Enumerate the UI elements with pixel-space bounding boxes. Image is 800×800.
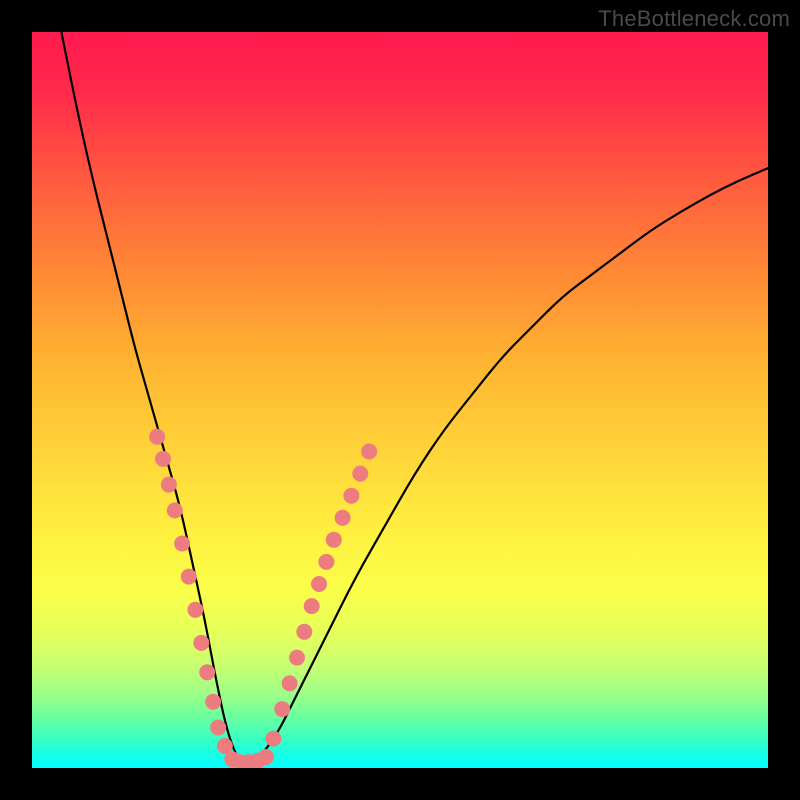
data-point-right <box>304 598 320 614</box>
data-point-left <box>174 536 190 552</box>
data-point-left <box>181 569 197 585</box>
data-point-left <box>149 429 165 445</box>
data-point-valley <box>258 749 274 765</box>
data-point-left <box>199 664 215 680</box>
data-point-right <box>296 624 312 640</box>
data-point-left <box>155 451 171 467</box>
bottleneck-curve <box>61 32 768 763</box>
data-point-left <box>205 694 221 710</box>
data-point-left <box>161 477 177 493</box>
data-point-right <box>352 466 368 482</box>
data-point-left <box>193 635 209 651</box>
data-point-right <box>318 554 334 570</box>
data-point-left <box>167 502 183 518</box>
chart-frame: TheBottleneck.com <box>0 0 800 800</box>
data-point-right <box>282 675 298 691</box>
data-point-right <box>361 444 377 460</box>
plot-area <box>32 32 768 768</box>
data-point-right <box>335 510 351 526</box>
chart-svg <box>32 32 768 768</box>
data-point-left <box>210 720 226 736</box>
data-point-right <box>265 731 281 747</box>
data-point-right <box>326 532 342 548</box>
watermark-text: TheBottleneck.com <box>598 6 790 32</box>
data-point-right <box>274 701 290 717</box>
data-point-right <box>311 576 327 592</box>
data-points-group <box>149 429 377 768</box>
data-point-right <box>343 488 359 504</box>
data-point-left <box>187 602 203 618</box>
data-point-right <box>289 650 305 666</box>
